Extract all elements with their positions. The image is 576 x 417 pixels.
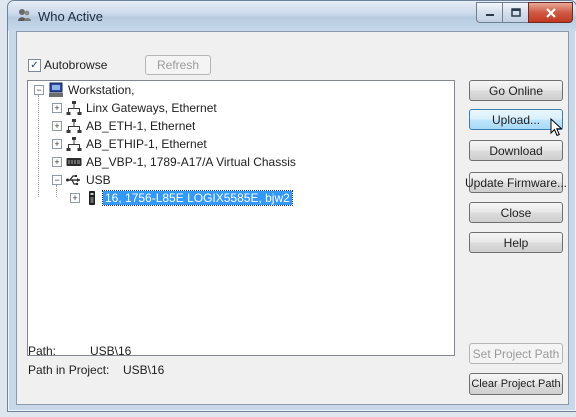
mouse-cursor-icon — [550, 118, 563, 137]
download-button[interactable]: Download — [469, 140, 563, 161]
tree-label: Linx Gateways, Ethernet — [86, 101, 217, 115]
network-icon — [66, 101, 82, 115]
dialog-client-area: ✓ Autobrowse Refresh − Workstation, + Li… — [16, 31, 569, 405]
path-label: Path: — [28, 344, 57, 358]
controller-icon — [89, 191, 95, 205]
expand-icon[interactable]: + — [70, 193, 80, 203]
clear-project-path-button[interactable]: Clear Project Path — [469, 373, 563, 395]
expand-icon[interactable]: + — [52, 103, 62, 113]
network-icon — [66, 119, 82, 133]
tree-label: AB_VBP-1, 1789-A17/A Virtual Chassis — [86, 155, 296, 169]
path-in-project-row: Path in Project: USB\16 — [28, 363, 164, 377]
path-value: USB\16 — [90, 344, 132, 358]
help-button[interactable]: Help — [469, 232, 563, 253]
update-firmware-button[interactable]: Update Firmware... — [465, 172, 567, 193]
chassis-icon — [66, 158, 82, 166]
path-row: Path: USB\16 — [28, 344, 131, 358]
tree-label: AB_ETH-1, Ethernet — [86, 119, 196, 133]
minimize-icon — [485, 13, 494, 16]
who-active-window: Who Active ✓ Autobrowse Refresh − Workst… — [7, 0, 576, 412]
maximize-icon — [510, 8, 521, 17]
maximize-button[interactable] — [502, 2, 529, 23]
expand-icon[interactable]: + — [52, 157, 62, 167]
close-button[interactable]: Close — [469, 202, 563, 223]
tree-line — [38, 95, 39, 197]
tree-label: USB — [86, 173, 111, 187]
usb-icon — [66, 175, 80, 186]
upload-button[interactable]: Upload... — [469, 109, 563, 130]
close-icon — [545, 7, 556, 18]
refresh-button[interactable]: Refresh — [145, 55, 211, 75]
path-in-project-label: Path in Project: — [28, 363, 110, 377]
expand-icon[interactable]: + — [52, 121, 62, 131]
collapse-icon[interactable]: − — [52, 175, 62, 185]
title-bar[interactable]: Who Active — [8, 1, 576, 31]
who-active-app-icon — [18, 9, 31, 21]
workstation-icon — [49, 82, 63, 97]
device-tree[interactable]: − Workstation, + Linx Gateways, Ethernet — [27, 80, 455, 356]
collapse-icon[interactable]: − — [34, 85, 44, 95]
tree-label: Workstation, — [68, 83, 135, 97]
window-title: Who Active — [38, 9, 104, 24]
expand-icon[interactable]: + — [52, 139, 62, 149]
tree-label-selected: 16, 1756-L85E LOGIX5585E, bjw2 — [102, 190, 293, 206]
go-online-button[interactable]: Go Online — [469, 80, 563, 101]
tree-line — [56, 185, 57, 197]
path-in-project-value: USB\16 — [123, 363, 165, 377]
minimize-button[interactable] — [476, 2, 503, 23]
autobrowse-label[interactable]: Autobrowse — [44, 58, 107, 72]
tree-label: AB_ETHIP-1, Ethernet — [86, 137, 207, 151]
network-icon — [66, 137, 82, 151]
set-project-path-button[interactable]: Set Project Path — [469, 343, 563, 364]
autobrowse-checkbox[interactable]: ✓ — [28, 59, 41, 72]
close-window-button[interactable] — [528, 2, 573, 23]
